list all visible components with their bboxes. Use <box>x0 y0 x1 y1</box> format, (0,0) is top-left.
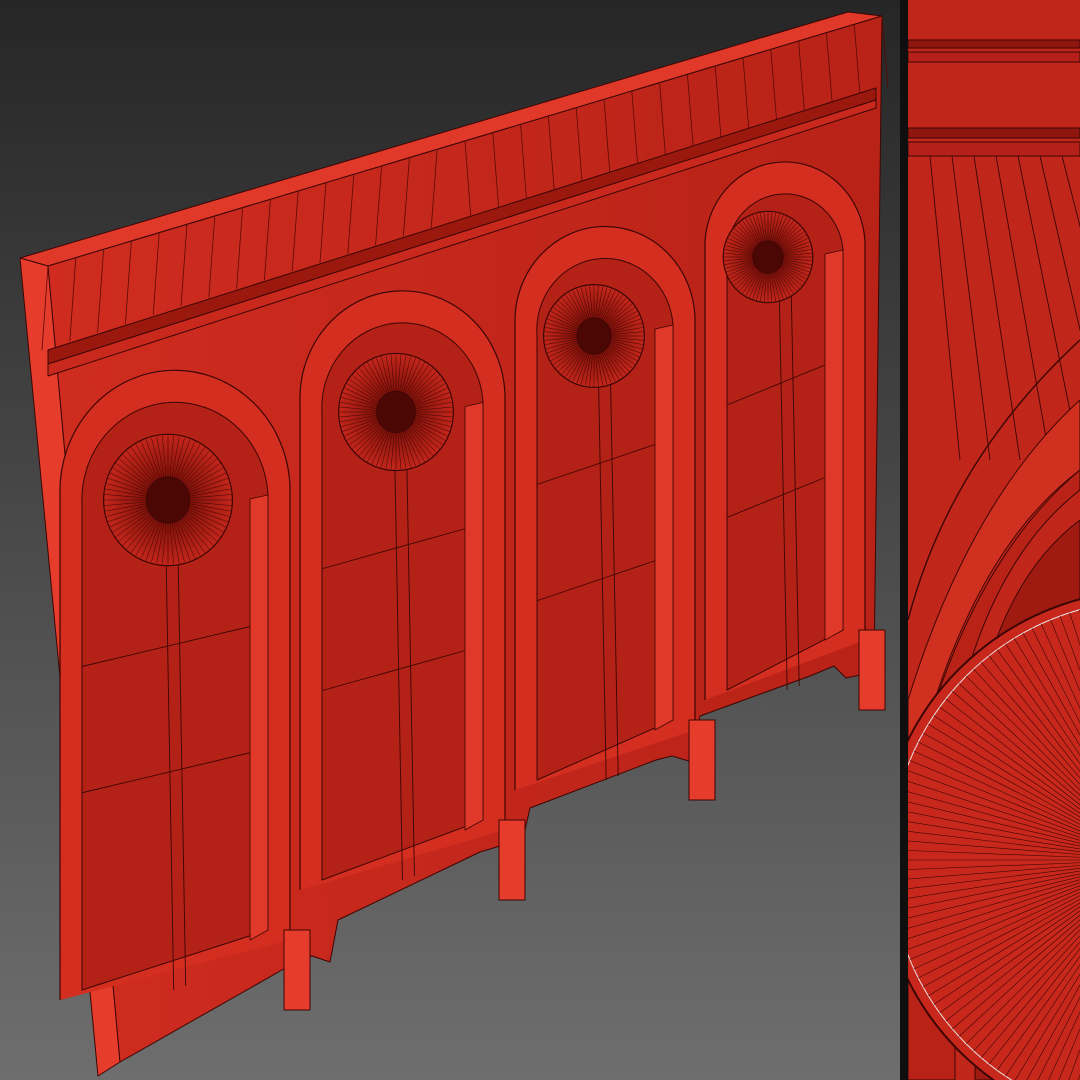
inset-moulding-2 <box>908 51 1080 63</box>
rosette-center <box>145 476 191 524</box>
rosette <box>542 283 645 389</box>
rosette-center <box>576 317 612 355</box>
render-viewport <box>0 0 1080 1080</box>
pilaster-base <box>858 629 886 711</box>
arch-recess-side <box>464 402 484 831</box>
closeup-inset <box>908 0 1080 1080</box>
rosette-center <box>752 240 784 274</box>
arch-recess-side <box>654 324 674 731</box>
rosette-center <box>376 390 416 434</box>
rosette <box>722 210 814 304</box>
rosette <box>338 352 455 472</box>
inset-divider <box>900 0 908 1080</box>
pilaster-base <box>688 719 716 801</box>
arch-recess-side <box>249 494 269 941</box>
arch-recess-side <box>824 249 844 641</box>
inset-moulding-3 <box>908 127 1080 139</box>
rosette <box>102 433 234 567</box>
pilaster-base <box>498 819 526 901</box>
inset-moulding-4 <box>908 141 1080 157</box>
inset-moulding-1 <box>908 39 1080 49</box>
pilaster-base <box>283 929 311 1011</box>
